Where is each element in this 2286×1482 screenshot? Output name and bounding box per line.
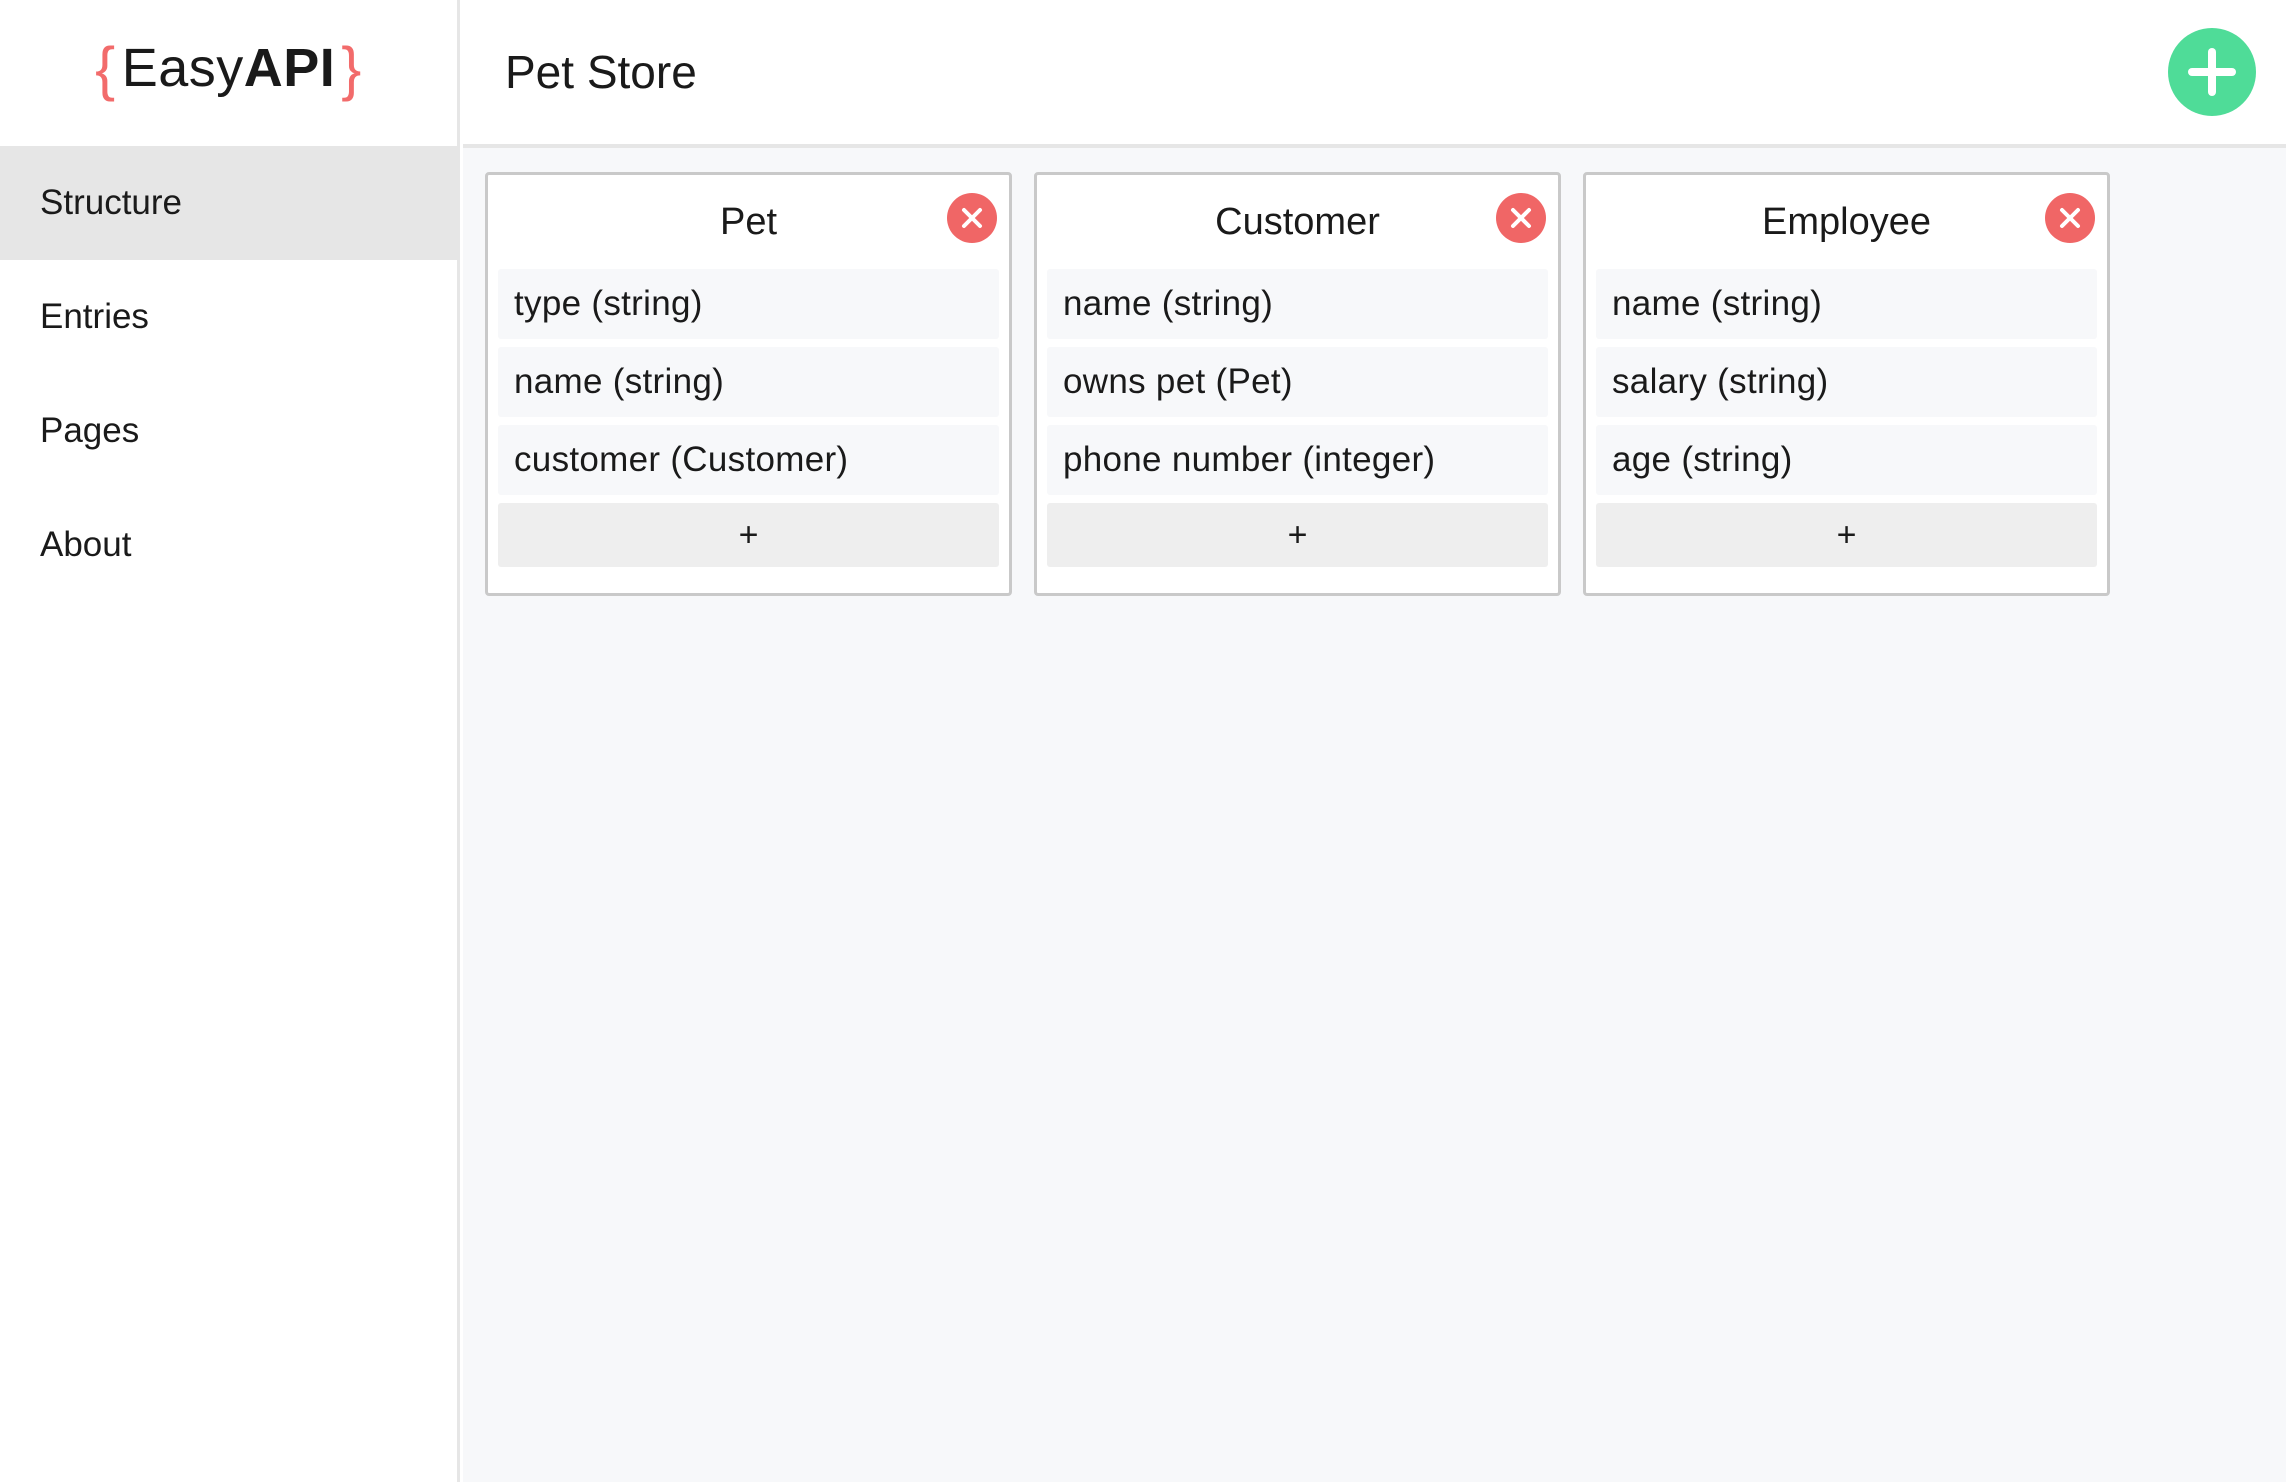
field-item[interactable]: phone number (integer) <box>1047 425 1548 495</box>
add-field-button[interactable]: + <box>1047 503 1548 567</box>
plus-icon <box>2188 48 2236 96</box>
main-content: Pet type (string) name (string) customer… <box>463 148 2286 1482</box>
add-field-button[interactable]: + <box>1596 503 2097 567</box>
field-item[interactable]: salary (string) <box>1596 347 2097 417</box>
delete-model-button[interactable] <box>947 193 997 243</box>
field-item[interactable]: age (string) <box>1596 425 2097 495</box>
add-model-button[interactable] <box>2168 28 2256 116</box>
field-item[interactable]: name (string) <box>498 347 999 417</box>
delete-model-button[interactable] <box>1496 193 1546 243</box>
model-title: Pet <box>719 200 778 243</box>
add-field-button[interactable]: + <box>498 503 999 567</box>
close-icon <box>1511 208 1531 228</box>
logo-brace-close: } <box>341 34 362 102</box>
logo[interactable]: { Easy API } <box>0 0 457 146</box>
field-item[interactable]: name (string) <box>1047 269 1548 339</box>
field-item[interactable]: type (string) <box>498 269 999 339</box>
logo-text-api: API <box>243 38 336 98</box>
sidebar-item-about[interactable]: About <box>0 488 457 602</box>
model-title: Employee <box>1762 200 1931 243</box>
field-item[interactable]: name (string) <box>1596 269 2097 339</box>
delete-model-button[interactable] <box>2045 193 2095 243</box>
sidebar-item-structure[interactable]: Structure <box>0 146 457 260</box>
sidebar-nav: Structure Entries Pages About <box>0 146 457 602</box>
model-card-pet: Pet type (string) name (string) customer… <box>485 172 1012 596</box>
header: Pet Store <box>463 0 2286 148</box>
close-icon <box>962 208 982 228</box>
sidebar-item-pages[interactable]: Pages <box>0 374 457 488</box>
sidebar: { Easy API } Structure Entries Pages Abou… <box>0 0 460 1482</box>
logo-brace-open: { <box>95 34 116 102</box>
model-card-customer: Customer name (string) owns pet (Pet) ph… <box>1034 172 1561 596</box>
sidebar-item-entries[interactable]: Entries <box>0 260 457 374</box>
app: { Easy API } Structure Entries Pages Abou… <box>0 0 2286 1482</box>
field-item[interactable]: owns pet (Pet) <box>1047 347 1548 417</box>
close-icon <box>2060 208 2080 228</box>
page-title: Pet Store <box>505 46 697 98</box>
model-card-employee: Employee name (string) salary (string) a… <box>1583 172 2110 596</box>
model-title: Customer <box>1215 200 1380 243</box>
logo-text-easy: Easy <box>121 38 244 98</box>
model-cards: Pet type (string) name (string) customer… <box>485 172 2110 596</box>
field-item[interactable]: customer (Customer) <box>498 425 999 495</box>
